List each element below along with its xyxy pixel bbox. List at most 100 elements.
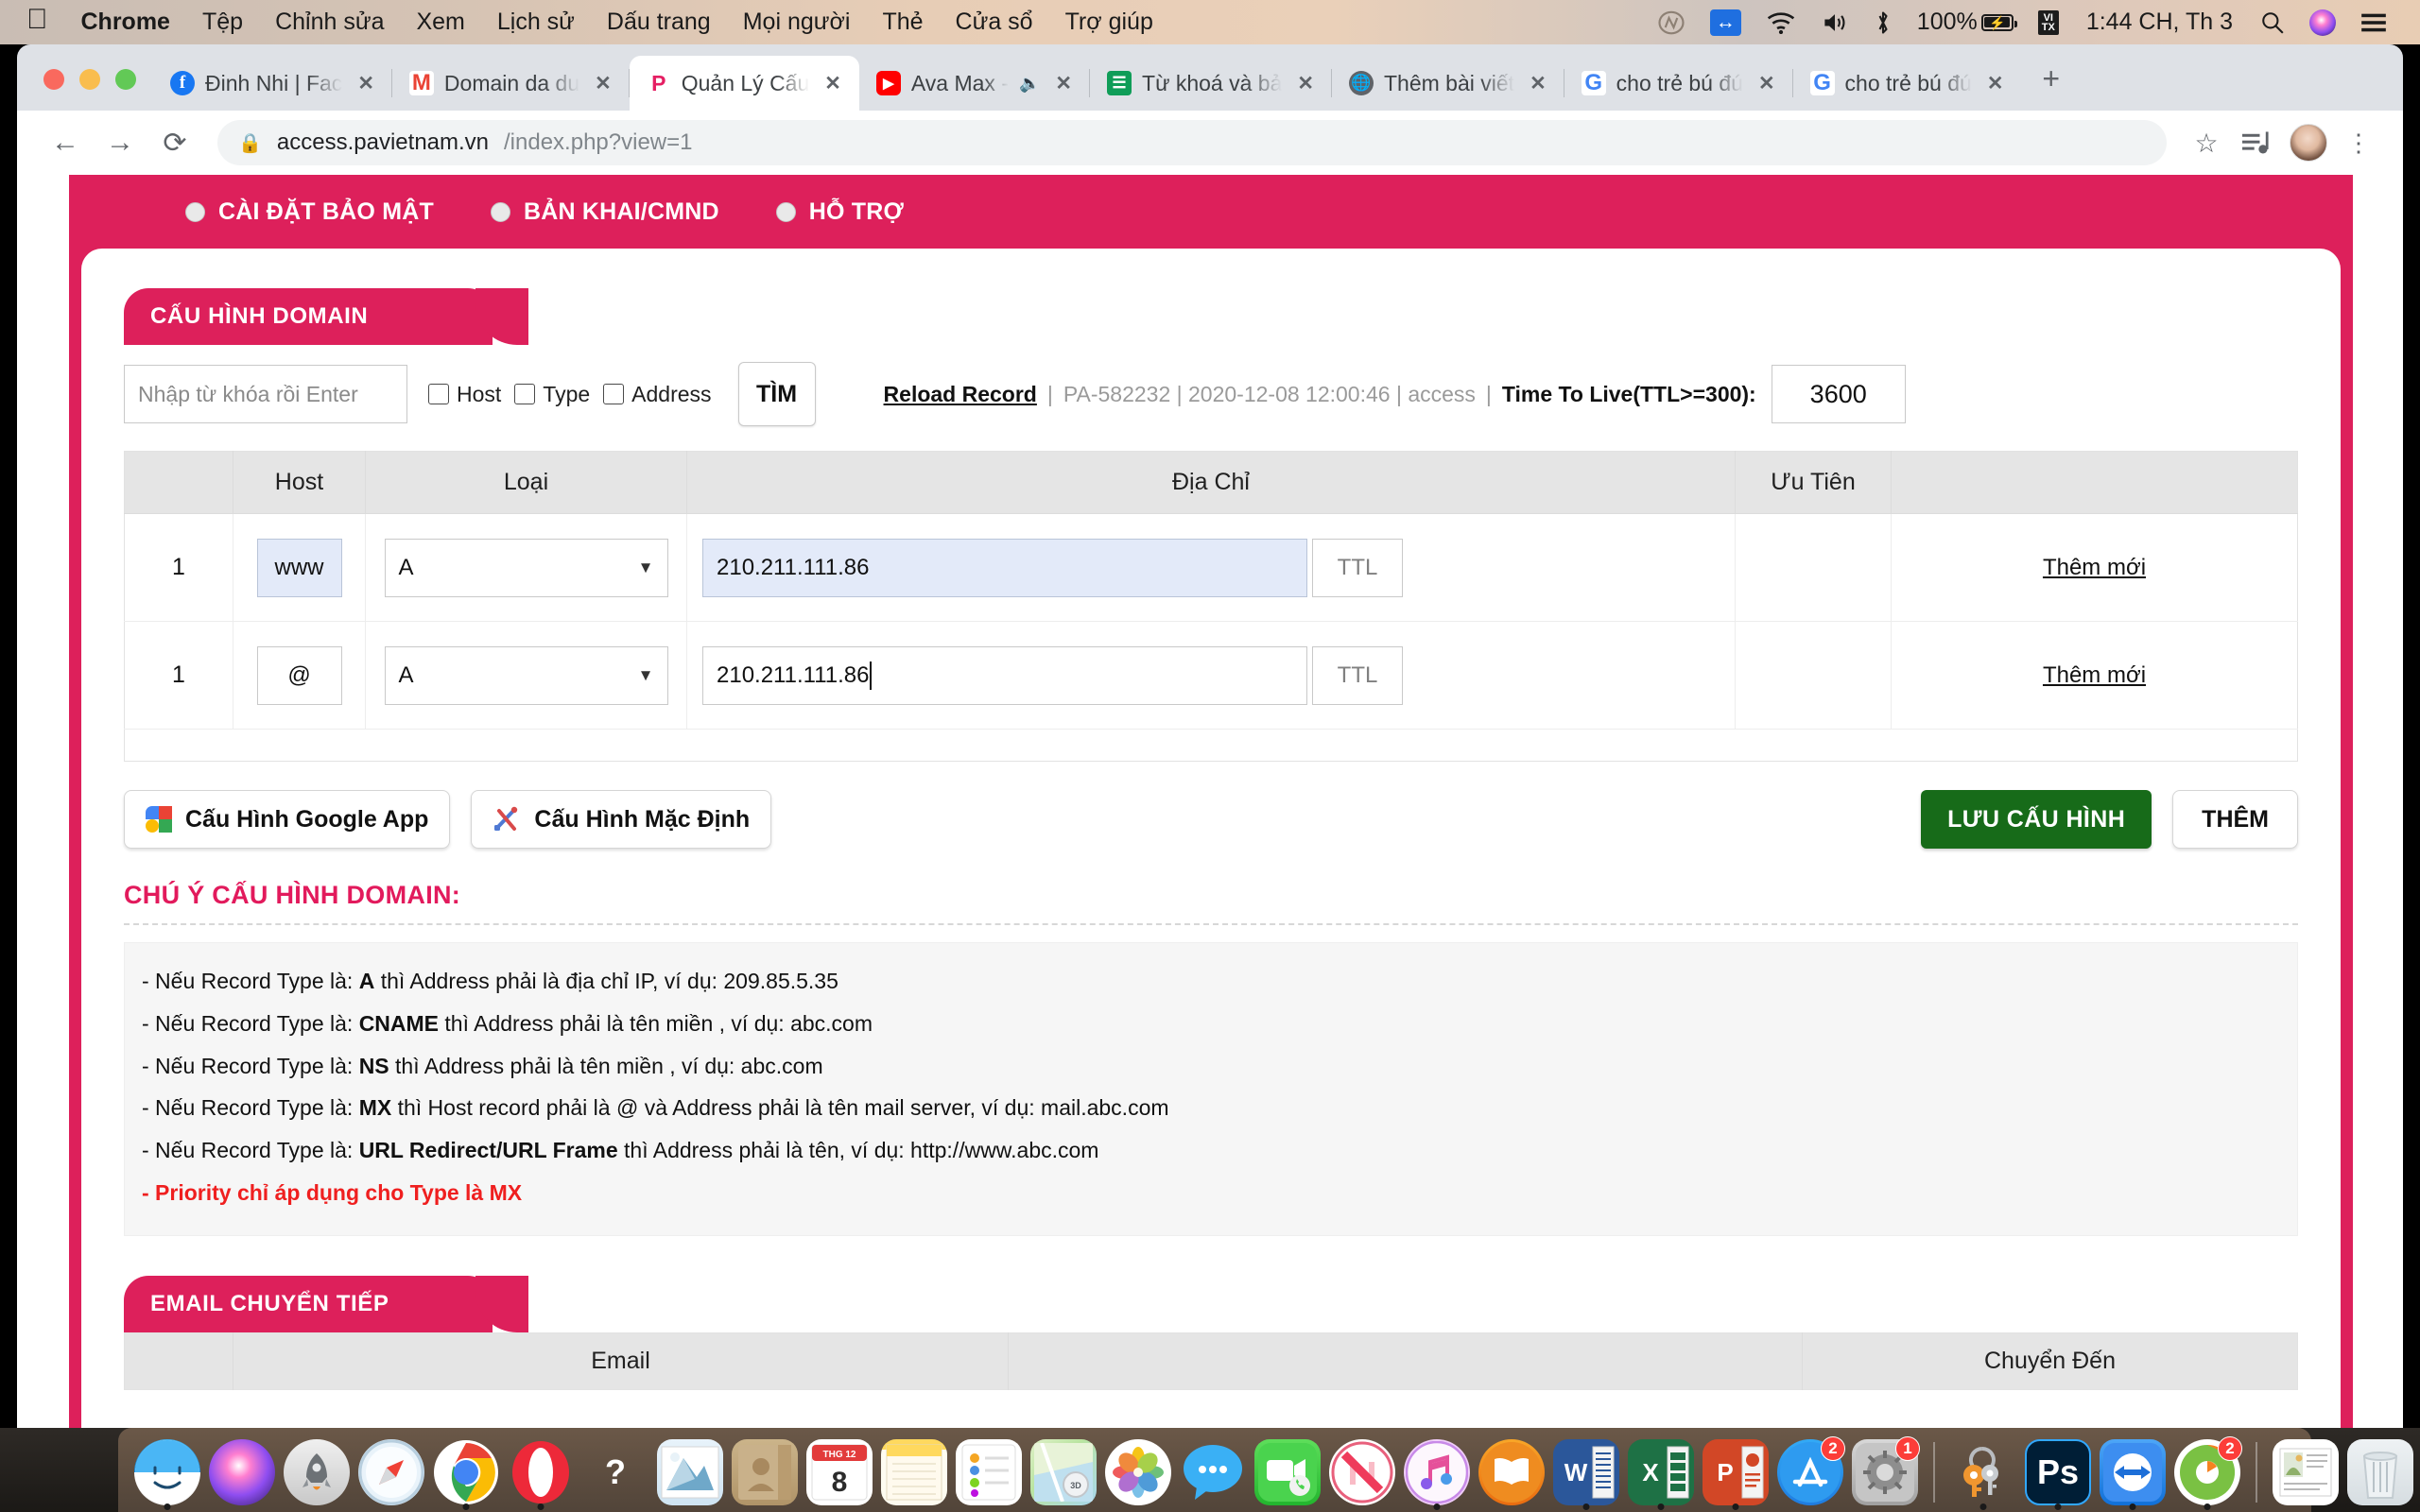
dock-item-reminders[interactable]: [953, 1436, 1025, 1508]
bluetooth-status-icon[interactable]: [1861, 9, 1905, 36]
host-input[interactable]: @: [256, 645, 342, 705]
add-new-record-link[interactable]: Thêm mới: [2043, 555, 2146, 580]
row-ttl-input[interactable]: TTL: [1312, 645, 1403, 705]
dock-item-excel[interactable]: X: [1625, 1436, 1697, 1510]
menu-item-moinguoi[interactable]: Mọi người: [727, 9, 867, 36]
menu-item-chinhsua[interactable]: Chỉnh sửa: [259, 9, 400, 36]
menu-item-the[interactable]: Thẻ: [866, 9, 939, 36]
siri-status-icon[interactable]: [2297, 9, 2348, 36]
close-tab-icon[interactable]: ✕: [1292, 72, 1319, 95]
add-new-record-link[interactable]: Thêm mới: [2043, 662, 2146, 688]
close-tab-icon[interactable]: ✕: [1754, 72, 1780, 95]
dock-item-messages[interactable]: [1177, 1436, 1249, 1508]
dock-item-launchpad[interactable]: [281, 1436, 353, 1508]
radio-icon[interactable]: [490, 201, 510, 222]
reload-button-icon[interactable]: ⟳: [147, 115, 202, 170]
dock-item-itunes[interactable]: [1401, 1436, 1473, 1510]
nav-option-ho-tro[interactable]: HỖ TRỢ: [775, 198, 904, 226]
row-priority-cell[interactable]: [1735, 621, 1892, 730]
address-input[interactable]: 210.211.111.86: [702, 538, 1307, 597]
close-tab-icon[interactable]: ✕: [1982, 72, 2009, 95]
search-input[interactable]: Nhập từ khóa rồi Enter: [124, 365, 407, 423]
browser-tab-facebook[interactable]: f Đinh Nhi | Fac ✕: [153, 56, 392, 111]
row-priority-cell[interactable]: [1735, 513, 1892, 622]
save-config-button[interactable]: LƯU CẤU HÌNH: [1921, 790, 2152, 849]
menu-item-trogiup[interactable]: Trợ giúp: [1049, 9, 1169, 36]
close-tab-icon[interactable]: ✕: [820, 72, 846, 95]
add-row-button[interactable]: THÊM: [2172, 790, 2298, 849]
dock-item-trash[interactable]: [2344, 1436, 2416, 1508]
maximize-window-button[interactable]: [115, 69, 136, 90]
record-type-select[interactable]: A ▼: [384, 538, 668, 597]
dock-item-finder[interactable]: [131, 1436, 203, 1510]
dock-item-contacts[interactable]: [729, 1436, 801, 1508]
chrome-menu-icon[interactable]: ⋮: [2335, 130, 2382, 155]
wifi-status-icon[interactable]: [1754, 11, 1808, 34]
dock-item-ccleaner[interactable]: 2: [2171, 1436, 2243, 1510]
ttl-input[interactable]: 3600: [1771, 365, 1906, 423]
dock-item-word[interactable]: W: [1550, 1436, 1622, 1510]
dock-item-maps[interactable]: 3D: [1028, 1436, 1099, 1508]
dock-item-mail[interactable]: [654, 1436, 726, 1508]
dock-item-help[interactable]: ?: [579, 1436, 651, 1508]
menu-item-chrome[interactable]: Chrome: [65, 9, 186, 36]
new-tab-button[interactable]: +: [2021, 63, 2079, 111]
address-input[interactable]: 210.211.111.86: [702, 645, 1307, 705]
menu-item-lichsu[interactable]: Lịch sử: [481, 9, 591, 36]
filter-checkbox-type[interactable]: Type: [514, 382, 603, 407]
dock-item-app-store[interactable]: 2: [1774, 1436, 1846, 1508]
browser-tab-quan-ly-cau-hinh[interactable]: P Quản Lý Cấu ✕: [629, 56, 859, 111]
dock-item-siri[interactable]: [206, 1436, 278, 1508]
volume-status-icon[interactable]: [1808, 10, 1861, 35]
displaylink-status-icon[interactable]: ↔: [1698, 9, 1754, 36]
checkbox-icon[interactable]: [428, 384, 449, 404]
close-window-button[interactable]: [43, 69, 64, 90]
dock-item-photoshop[interactable]: Ps: [2022, 1436, 2094, 1510]
spotlight-search-icon[interactable]: [2248, 10, 2297, 35]
radio-icon[interactable]: [185, 201, 205, 222]
menu-bar-clock[interactable]: 1:44 CH, Th 3: [2071, 9, 2248, 36]
reload-record-link[interactable]: Reload Record: [884, 382, 1037, 407]
record-type-select[interactable]: A ▼: [384, 645, 668, 705]
ncsoft-status-icon[interactable]: [1645, 9, 1698, 37]
browser-tab-gmail[interactable]: M Domain da du ✕: [392, 56, 630, 111]
dock-item-notes[interactable]: [878, 1436, 950, 1508]
radio-icon[interactable]: [775, 201, 796, 222]
browser-tab-google-search-1[interactable]: G cho trẻ bú đú ✕: [1564, 56, 1793, 111]
address-bar[interactable]: 🔒 access.pavietnam.vn/index.php?view=1: [217, 120, 2167, 165]
nav-option-cai-dat-bao-mat[interactable]: CÀI ĐẶT BẢO MẬT: [185, 198, 434, 226]
search-button[interactable]: TÌM: [737, 362, 816, 426]
google-app-config-button[interactable]: Cấu Hình Google App: [124, 790, 451, 849]
dock-item-chrome[interactable]: [430, 1436, 502, 1510]
dock-item-opera[interactable]: [505, 1436, 577, 1510]
browser-tab-them-bai-viet[interactable]: 🌐 Thêm bài viết ✕: [1332, 56, 1564, 111]
close-tab-icon[interactable]: ✕: [353, 72, 379, 95]
dock-item-books[interactable]: [1476, 1436, 1547, 1508]
dock-item-document[interactable]: [2270, 1436, 2342, 1508]
bookmark-star-icon[interactable]: ☆: [2182, 118, 2231, 167]
dock-item-teamviewer[interactable]: [2097, 1436, 2169, 1510]
dock-item-calendar[interactable]: THG 12 8: [804, 1436, 875, 1508]
browser-tab-google-sheets[interactable]: ☰ Từ khoá và bả ✕: [1090, 56, 1332, 111]
battery-status-icon[interactable]: 100% ⚡: [1905, 9, 2026, 36]
close-tab-icon[interactable]: ✕: [1525, 72, 1551, 95]
dock-item-keychain-access[interactable]: [1947, 1436, 2019, 1510]
menu-item-dautrang[interactable]: Dấu trang: [591, 9, 727, 36]
checkbox-icon[interactable]: [603, 384, 625, 404]
dock-item-facetime[interactable]: [1252, 1436, 1323, 1508]
back-button-icon[interactable]: ←: [38, 115, 93, 170]
dock-item-photos[interactable]: [1102, 1436, 1174, 1508]
row-ttl-input[interactable]: TTL: [1312, 538, 1403, 597]
close-tab-icon[interactable]: ✕: [590, 72, 616, 95]
default-config-button[interactable]: Cấu Hình Mặc Định: [471, 790, 772, 849]
filter-checkbox-address[interactable]: Address: [603, 382, 724, 407]
menu-item-tep[interactable]: Tệp: [186, 9, 259, 36]
input-method-status-icon[interactable]: VI TX: [2026, 9, 2071, 35]
browser-tab-google-search-2[interactable]: G cho trẻ bú đú ✕: [1793, 56, 2022, 111]
dock-item-powerpoint[interactable]: P: [1700, 1436, 1772, 1510]
dock-item-news[interactable]: [1326, 1436, 1398, 1508]
avatar[interactable]: [2290, 124, 2327, 162]
browser-tab-youtube[interactable]: ▶ Ava Max - 🔈 ✕: [859, 56, 1091, 111]
menu-item-xem[interactable]: Xem: [400, 9, 480, 36]
close-tab-icon[interactable]: ✕: [1050, 72, 1077, 95]
